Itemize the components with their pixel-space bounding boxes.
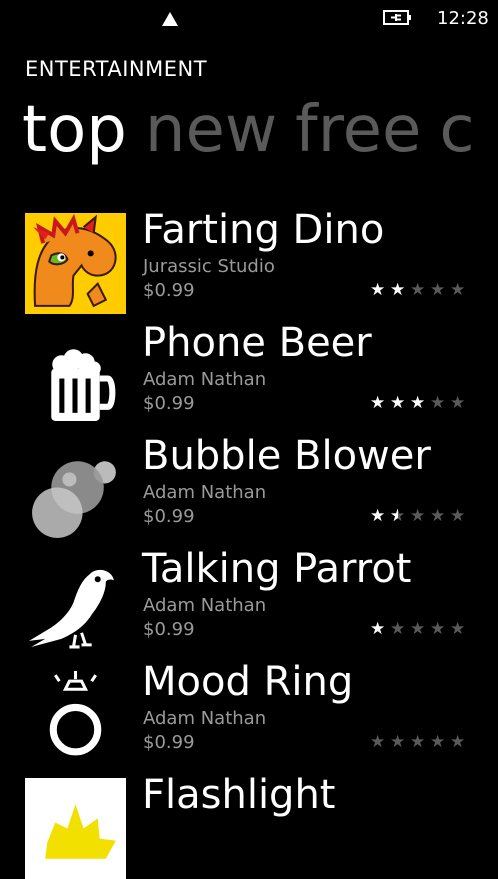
star-icon: ★ [390, 732, 406, 752]
pivot-header: top new free c [22, 92, 493, 168]
rating-stars: ★★★★★ [370, 619, 470, 639]
app-title: Talking Parrot [142, 546, 412, 592]
pivot-tab-next[interactable]: c [439, 92, 474, 168]
status-bar: 12:28 [0, 0, 498, 40]
app-title: Bubble Blower [142, 433, 431, 479]
pivot-tab-free[interactable]: free [295, 92, 421, 168]
app-publisher: Adam Nathan [143, 369, 267, 390]
app-price: $0.99 [143, 732, 195, 753]
star-icon: ★ [390, 280, 406, 300]
app-price: $0.99 [143, 393, 195, 414]
flashlight-icon [25, 778, 126, 879]
star-icon: ★ [390, 619, 406, 639]
star-icon: ★ [410, 280, 426, 300]
rating-stars: ★★★★★ [370, 506, 470, 526]
clock: 12:28 [437, 8, 489, 29]
app-price: $0.99 [143, 280, 195, 301]
star-icon: ★ [370, 732, 386, 752]
star-icon: ★ [450, 506, 466, 526]
star-icon: ★ [410, 393, 426, 413]
star-icon: ★ [370, 280, 386, 300]
star-icon: ★ [410, 732, 426, 752]
app-publisher: Adam Nathan [143, 595, 267, 616]
star-icon: ★ [430, 280, 446, 300]
star-half-icon: ★ [390, 506, 410, 526]
list-item[interactable]: Talking Parrot Adam Nathan $0.99 ★ ★ ★ ★ ★ [0, 539, 498, 652]
pivot-tab-new[interactable]: new [145, 92, 277, 168]
app-price: $0.99 [143, 619, 195, 640]
rating-stars: ★★★★★ [370, 280, 470, 300]
app-price: $0.99 [143, 506, 195, 527]
list-item[interactable]: Phone Beer Adam Nathan $0.99 ★ ★ ★ ★ ★ [0, 313, 498, 426]
app-title: Phone Beer [142, 320, 372, 366]
star-icon: ★ [450, 280, 466, 300]
signal-icon [162, 12, 178, 26]
app-publisher: Adam Nathan [143, 708, 267, 729]
list-item[interactable]: Bubble Blower Adam Nathan $0.99 ★★ ★ ★ ★ [0, 426, 498, 539]
star-icon: ★ [450, 393, 466, 413]
star-icon: ★ [370, 393, 386, 413]
app-title: Flashlight [142, 772, 336, 818]
list-item[interactable]: Farting Dino Jurassic Studio $0.99 ★ ★ ★ ★ ★ [0, 200, 498, 314]
rating-stars: ★★★★★ [370, 732, 470, 752]
section-title: ENTERTAINMENT [25, 57, 208, 81]
star-icon: ★ [370, 506, 386, 526]
star-icon: ★ [410, 506, 426, 526]
battery-charging-icon [383, 10, 411, 25]
star-icon: ★ [370, 619, 386, 639]
star-icon: ★ [430, 393, 446, 413]
star-icon: ★ [430, 732, 446, 752]
app-publisher: Adam Nathan [143, 482, 267, 503]
ring-icon [49, 671, 102, 756]
app-publisher: Jurassic Studio [143, 256, 275, 277]
star-icon: ★ [390, 393, 406, 413]
rating-stars: ★★★★★ [370, 393, 470, 413]
pivot-tab-top[interactable]: top [22, 92, 127, 168]
star-icon: ★ [410, 619, 426, 639]
app-title: Mood Ring [142, 659, 354, 705]
beer-mug-icon [51, 349, 116, 421]
bubbles-icon [32, 461, 116, 538]
parrot-icon [29, 569, 114, 649]
star-icon: ★ [450, 732, 466, 752]
star-icon: ★ [450, 619, 466, 639]
star-icon: ★ [430, 506, 446, 526]
list-item[interactable]: Mood Ring Adam Nathan $0.99 ★ ★ ★ ★ ★ [0, 652, 498, 765]
star-icon: ★ [430, 619, 446, 639]
app-title: Farting Dino [142, 207, 385, 253]
dino-icon [25, 213, 126, 314]
